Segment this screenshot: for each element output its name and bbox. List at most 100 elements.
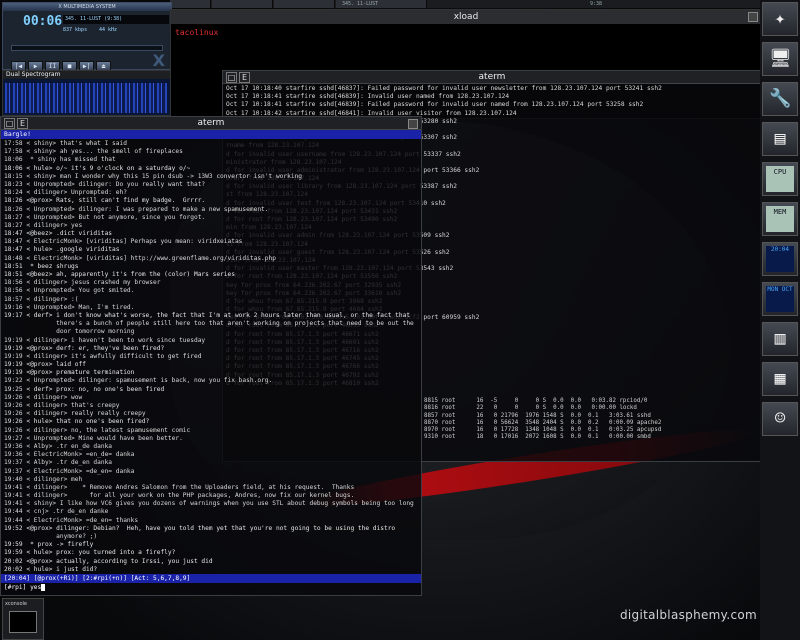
chat-line: 18:26 < Unprompted> dilinger: I was prep… <box>4 205 269 213</box>
dock-tile-lcd-mem-text: MEM <box>766 206 794 232</box>
chat-line: 18:06 < hule> o/~ it's 9 o'clock on a sa… <box>4 164 191 172</box>
xload-titlebar[interactable]: xload <box>171 10 761 24</box>
dock-tile-clock[interactable]: 20:04 <box>762 242 798 276</box>
chat-line: 19:41 < shiny> I like how VC6 gives you … <box>4 500 414 508</box>
chat-line: 18:51 <@beez> ah, apparently it's from t… <box>4 271 235 278</box>
dock-tile-gnome-icon[interactable]: ✦ <box>762 2 798 36</box>
process-row: 8970 root 16 0 17728 1348 1048 S 0.0 0.1… <box>424 427 662 434</box>
spectrogram-display <box>5 83 167 113</box>
process-row: 8816 root 22 0 0 0 S 0.0 0.0 0:00.00 loc… <box>424 405 637 412</box>
xmms-logo-icon: X <box>152 51 165 70</box>
aterm-irc-titlebar[interactable]: □ E aterm <box>1 117 421 130</box>
dock-tile-gnome-icon-glyph: ✦ <box>774 8 786 29</box>
xmms-track-info: 345. 11-LUST (9:38) <box>63 15 169 24</box>
dock-tile-lcd-cpu-text: CPU <box>766 166 794 192</box>
xmms-kbps: 837 kbps <box>63 27 88 33</box>
dock-tile-wrench-icon-glyph: 🔧 <box>769 88 792 109</box>
xload-host: tacolinux <box>175 28 219 37</box>
aterm-log-e-button[interactable]: E <box>239 72 250 83</box>
chat-line: door tomorrow morning <box>4 328 135 336</box>
process-row: 8815 root 16 -5 0 0 S 0.0 0.0 0:03.82 rp… <box>424 398 648 404</box>
log-line: Oct 17 10:18:41 starfire sshd[46839]: In… <box>226 93 510 101</box>
process-table: 8815 root 16 -5 0 0 S 0.0 0.0 0:03.82 rp… <box>424 398 661 442</box>
chat-line: 18:48 < ElectricMonk> [viriditas] http:/… <box>4 254 276 262</box>
aterm-irc-window[interactable]: □ E aterm Bargle! 17:58 < shiny> that's … <box>0 116 422 596</box>
dock-tile-calendar[interactable]: MON OCT <box>762 282 798 316</box>
dock-tile-person-icon-glyph: ☺ <box>774 408 786 429</box>
dock-tile-wrench-icon[interactable]: 🔧 <box>762 82 798 116</box>
chat-line: 19:44 < ElectricMonk> =de_en= thanks <box>4 516 139 524</box>
chat-line: 19:26 < dilinger> wow <box>4 393 83 401</box>
channel-header: Bargle! <box>1 130 421 139</box>
process-row: 9310 root 18 0 17016 2072 1608 S 0.0 0.1… <box>424 434 651 441</box>
xmms-player[interactable]: X MULTIMEDIA SYSTEM 00:06 345. 11-LUST (… <box>2 2 172 73</box>
dock-tile-person-icon[interactable]: ☺ <box>762 402 798 436</box>
xmms-time: 00:06 <box>23 14 63 29</box>
irc-prompt: [#rpi] yes <box>4 584 42 591</box>
chat-line: 19:41 < dilinger> * Remove Andres Salomo… <box>4 483 355 491</box>
chat-line: there's a bunch of people still here too… <box>4 320 414 328</box>
xload-close-icon[interactable] <box>748 12 758 22</box>
dock-tile-net-icon[interactable]: ▦ <box>762 362 798 396</box>
chat-line: 19:19 < dilinger> i haven't been to work… <box>4 336 206 344</box>
xconsole-icon[interactable]: xconsole <box>2 598 44 640</box>
aterm-log-titlebar[interactable]: □ E aterm <box>223 71 761 84</box>
chat-line: 19:26 < dilinger> really really creepy <box>4 410 146 418</box>
chat-line: 17:58 < shiny> ah yes... the smell of fi… <box>4 148 183 156</box>
chat-line: 18:57 < dilinger> :( <box>4 295 79 303</box>
panel-track: 345. 11-LUST <box>342 1 379 7</box>
chat-line: 18:06 * shiny has missed that <box>4 156 116 164</box>
process-row: 8857 root 16 0 21796 1976 1548 S 0.0 0.1… <box>424 412 651 419</box>
aterm-log-title: aterm <box>478 72 506 82</box>
chat-line: 19:41 < dilinger> for all your work on t… <box>4 492 355 500</box>
aterm-irc-close-icon[interactable] <box>408 119 418 129</box>
xconsole-screen-icon <box>9 611 37 633</box>
aterm-irc-menu-icon[interactable]: □ <box>4 118 15 129</box>
chat-line: 19:52 <@prox> dilinger: Debian? Heh, hav… <box>4 524 396 532</box>
dock-tile-monitor-icon[interactable]: 🖥 <box>762 42 798 76</box>
dock-tile-clock-text: 20:04 <box>766 246 794 272</box>
chat-line: 19:37 < Alby> .tr de_en danka <box>4 459 113 467</box>
aterm-log-menu-icon[interactable]: □ <box>226 72 237 83</box>
chat-line: 19:36 < ElectricMonk> =en_de= danka <box>4 451 135 459</box>
chat-line: 18:26 <@prox> Rats, still can't find my … <box>4 197 206 205</box>
chat-line: 19:17 < derf> i don't know what's worse,… <box>4 311 411 319</box>
xmms-khz: 44 kHz <box>99 27 118 33</box>
chat-line: 19:44 < cnj> .tr de_en danke <box>4 508 109 516</box>
chat-line: 18:24 < dilinger> Unprompted: eh? <box>4 189 127 197</box>
aterm-irc-title: aterm <box>197 118 225 128</box>
dock-tile-monitor-icon-glyph: 🖥 <box>769 48 792 69</box>
xconsole-label: xconsole <box>5 601 27 607</box>
chat-line: 19:26 < dilinger> that's creepy <box>4 402 120 409</box>
log-line: Oct 17 10:18:40 starfire sshd[46837]: Fa… <box>226 85 662 92</box>
dock-tile-bars-icon[interactable]: ▥ <box>762 322 798 356</box>
top-panel: 345. 11-LUST 9:38 <box>170 0 760 8</box>
chat-line: 18:47 <@beez> .dict viriditas <box>4 230 113 238</box>
xmms-seek-bar[interactable] <box>11 45 163 51</box>
aterm-irc-e-button[interactable]: E <box>17 118 28 129</box>
chat-line: 18:47 < hule> .google viriditas <box>4 246 120 254</box>
chat-line: 19:40 < dilinger> meh <box>4 475 83 483</box>
irc-chat-log[interactable]: 17:58 < shiny> that's what I said 17:58 <… <box>1 139 421 575</box>
chat-line: 20:02 < hule> i just did? <box>4 565 98 573</box>
chat-line: 18:51 * beez shrugs <box>4 262 79 270</box>
chat-line: 18:27 < dilinger> yes <box>4 221 83 229</box>
dock-tile-graph-icon[interactable]: ▤ <box>762 122 798 156</box>
dock-tile-calendar-text: MON OCT <box>766 286 794 312</box>
log-line: Oct 17 10:18:41 starfire sshd[46839]: Fa… <box>226 101 644 109</box>
chat-line: 19:36 < Alby> .tr en_de danka <box>4 442 113 450</box>
chat-line: 19:16 < Unprompted> Man, I'm tired. <box>4 303 135 311</box>
dock-tile-lcd-cpu[interactable]: CPU <box>762 162 798 196</box>
spectrogram-window[interactable]: Dual Spectrogram <box>2 70 172 116</box>
chat-line: 18:56 < dilinger> jesus crashed my brows… <box>4 279 161 287</box>
xmms-title[interactable]: X MULTIMEDIA SYSTEM <box>3 3 171 11</box>
chat-line: 19:22 < Unprompted> dilinger: spamusemen… <box>4 377 273 385</box>
chat-line: 19:25 < derf> prox: no, no one's been fi… <box>4 385 165 393</box>
wallpaper-brand: digitalblasphemy.com <box>620 608 757 622</box>
irc-input-line[interactable]: [#rpi] yes <box>1 583 421 592</box>
chat-line: 19:19 <@prox> laid off <box>4 361 86 369</box>
dock-tile-lcd-mem[interactable]: MEM <box>762 202 798 236</box>
xload-title: xload <box>453 12 479 22</box>
chat-line: 19:19 <@prox> derf: er, they've been fir… <box>4 344 165 352</box>
panel-clock: 9:38 <box>590 1 603 7</box>
